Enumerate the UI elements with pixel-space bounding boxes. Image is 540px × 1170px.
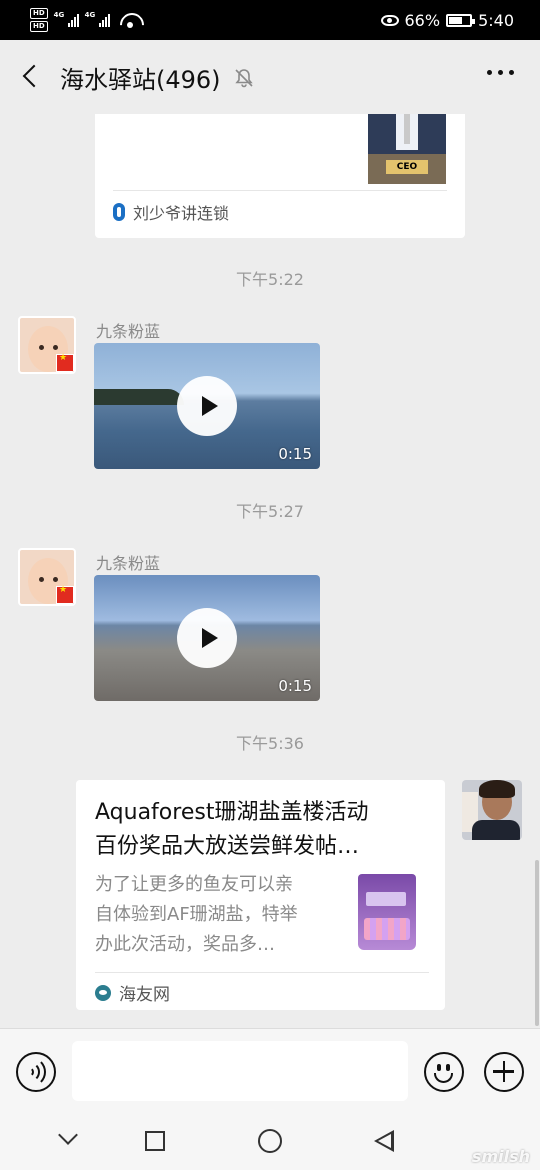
wifi-icon — [120, 13, 140, 28]
chat-title[interactable]: 海水驿站(496) — [60, 60, 221, 95]
message-time: 下午5:22 — [236, 270, 304, 289]
play-icon[interactable] — [177, 608, 237, 668]
sender-name: 九条粉蓝 — [96, 554, 161, 573]
input-bar — [0, 1028, 540, 1114]
message-time: 下午5:27 — [236, 502, 304, 521]
source-name: 海友网 — [119, 985, 170, 1005]
nav-down-icon[interactable] — [58, 1125, 78, 1145]
scrollbar[interactable] — [535, 860, 539, 1026]
battery-level — [449, 16, 463, 24]
nav-home-icon[interactable] — [258, 1129, 282, 1153]
video-message[interactable]: 0:15 — [94, 343, 320, 469]
more-icon[interactable] — [487, 70, 514, 75]
system-nav-bar: smilsh — [0, 1114, 540, 1170]
signal-icon: 4G — [84, 11, 110, 27]
link-title-line-2: 百份奖品大放送尝鲜发帖… — [95, 834, 360, 859]
avatar[interactable] — [18, 548, 76, 606]
sender-name: 九条粉蓝 — [96, 322, 161, 341]
nav-recent-icon[interactable] — [145, 1131, 165, 1151]
link-thumbnail — [348, 872, 426, 954]
ceo-plate: CEO — [386, 160, 428, 174]
nav-back-icon[interactable] — [374, 1130, 394, 1152]
my-avatar[interactable] — [462, 780, 522, 840]
message-input[interactable] — [72, 1041, 408, 1101]
clock: 5:40 — [478, 10, 514, 30]
battery-icon — [446, 13, 476, 27]
link-desc-line-3: 办此次活动，奖品多… — [95, 934, 275, 955]
link-title-line-1: Aquaforest珊湖盐盖楼活动 — [95, 800, 369, 825]
avatar[interactable] — [18, 316, 76, 374]
back-icon[interactable] — [18, 62, 48, 92]
flag-icon — [56, 353, 74, 372]
chat-area[interactable]: CEO 刘少爷讲连锁 下午5:22 九条粉蓝 0:15 下午5:27 九条粉蓝 … — [0, 114, 540, 1028]
mute-bell-icon — [233, 67, 255, 89]
signal-icon: 4G — [53, 11, 79, 27]
link-desc-line-2: 自体验到AF珊湖盐，特举 — [95, 904, 298, 925]
hd-badge: HD — [30, 21, 48, 32]
video-duration: 0:15 — [278, 445, 312, 463]
chat-header: 海水驿站(496) — [0, 40, 540, 114]
source-name: 刘少爷讲连锁 — [133, 204, 230, 223]
site-icon — [95, 984, 111, 1001]
flag-icon — [56, 585, 74, 604]
emoji-icon[interactable] — [424, 1052, 464, 1092]
play-icon[interactable] — [177, 376, 237, 436]
status-right: 66% 5:40 — [380, 8, 514, 32]
battery-percent: 66% — [404, 10, 441, 30]
video-message[interactable]: 0:15 — [94, 575, 320, 701]
article-source: 刘少爷讲连锁 — [113, 200, 229, 224]
eye-icon — [380, 14, 399, 26]
link-card[interactable]: Aquaforest珊湖盐盖楼活动 百份奖品大放送尝鲜发帖… 为了让更多的鱼友可… — [76, 780, 445, 1010]
divider — [95, 972, 429, 973]
title-row: 海水驿站(496) — [60, 60, 255, 95]
status-bar: HD HD 4G 4G 66% 5:40 — [0, 0, 540, 40]
link-desc-line-1: 为了让更多的鱼友可以亲 — [95, 874, 293, 895]
official-account-icon — [113, 203, 125, 221]
signal-type: 4G — [53, 11, 65, 19]
plus-icon[interactable] — [484, 1052, 524, 1092]
video-duration: 0:15 — [278, 677, 312, 695]
article-card[interactable]: CEO 刘少爷讲连锁 — [95, 114, 465, 238]
watermark: smilsh — [471, 1147, 530, 1166]
article-thumbnail: CEO — [368, 114, 446, 184]
message-time: 下午5:36 — [236, 734, 304, 753]
hd-badges: HD HD — [30, 8, 48, 32]
status-left: HD HD 4G 4G — [30, 6, 140, 34]
divider — [113, 190, 447, 191]
signal-type: 4G — [84, 11, 96, 19]
hd-badge: HD — [30, 8, 48, 19]
voice-icon[interactable] — [16, 1052, 56, 1092]
link-source: 海友网 — [95, 980, 170, 1005]
